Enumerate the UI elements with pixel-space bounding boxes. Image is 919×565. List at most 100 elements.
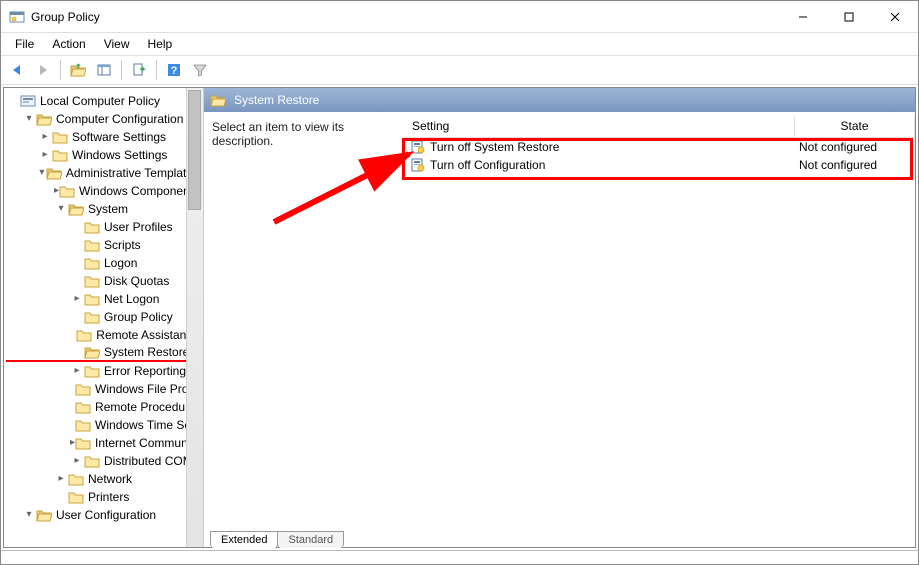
app-icon — [9, 9, 25, 25]
folder-icon — [59, 183, 75, 199]
description-prompt: Select an item to view its description. — [212, 120, 396, 148]
folder-icon — [36, 507, 52, 523]
root-icon — [20, 93, 36, 109]
detail-header: System Restore — [204, 88, 915, 112]
folder-icon — [52, 147, 68, 163]
folder-icon — [76, 327, 92, 343]
folder-icon — [210, 92, 226, 108]
folder-icon — [46, 165, 62, 181]
main-split: ▾Local Computer Policy ▾Computer Configu… — [3, 87, 916, 548]
setting-row[interactable]: Turn off System Restore Not configured — [404, 138, 915, 156]
folder-icon — [84, 255, 100, 271]
folder-icon — [84, 344, 100, 360]
setting-name: Turn off System Restore — [430, 140, 559, 154]
description-column: Select an item to view its description. — [204, 116, 404, 525]
tree-system-restore[interactable]: ▸System Restore — [6, 344, 203, 362]
tree-windows-components[interactable]: ▸Windows Components — [6, 182, 203, 200]
policy-tree[interactable]: ▾Local Computer Policy ▾Computer Configu… — [4, 88, 203, 528]
folder-icon — [52, 129, 68, 145]
tree-group-policy[interactable]: ▸Group Policy — [6, 308, 203, 326]
folder-icon — [68, 201, 84, 217]
tree-distributed-com[interactable]: ▸Distributed COM — [6, 452, 203, 470]
folder-icon — [75, 435, 91, 451]
tree-computer-configuration[interactable]: ▾Computer Configuration — [6, 110, 203, 128]
tree-windows-file-protection[interactable]: ▸Windows File Protection — [6, 380, 203, 398]
setting-state: Not configured — [795, 140, 915, 154]
column-setting[interactable]: Setting — [404, 116, 795, 137]
tree-internet-communication[interactable]: ▸Internet Communication Management — [6, 434, 203, 452]
title-bar: Group Policy — [1, 1, 918, 33]
tab-standard[interactable]: Standard — [277, 531, 344, 548]
tree-scrollbar[interactable] — [186, 88, 203, 547]
window-title: Group Policy — [31, 10, 780, 24]
minimize-button[interactable] — [780, 1, 826, 33]
menu-file[interactable]: File — [7, 35, 42, 53]
tree-remote-assistance[interactable]: ▸Remote Assistance — [6, 326, 203, 344]
app-window: Group Policy File Action View Help ? — [0, 0, 919, 565]
folder-icon — [75, 399, 91, 415]
tree-windows-time-service[interactable]: ▸Windows Time Service — [6, 416, 203, 434]
filter-button[interactable] — [188, 58, 212, 82]
status-bar — [1, 550, 918, 564]
settings-list: Setting State Turn off System Restore No… — [404, 116, 915, 525]
list-header: Setting State — [404, 116, 915, 138]
tree-root[interactable]: ▾Local Computer Policy — [6, 92, 203, 110]
menu-view[interactable]: View — [96, 35, 138, 53]
folder-icon — [68, 471, 84, 487]
folder-icon — [75, 381, 91, 397]
folder-icon — [84, 309, 100, 325]
tree-software-settings[interactable]: ▸Software Settings — [6, 128, 203, 146]
setting-row[interactable]: Turn off Configuration Not configured — [404, 156, 915, 174]
toolbar-separator — [156, 60, 157, 80]
folder-icon — [84, 219, 100, 235]
detail-tabs: Extended Standard — [204, 525, 915, 547]
tree-remote-procedure-call[interactable]: ▸Remote Procedure Call — [6, 398, 203, 416]
show-hide-tree-button[interactable] — [92, 58, 116, 82]
folder-icon — [84, 273, 100, 289]
tree-net-logon[interactable]: ▸Net Logon — [6, 290, 203, 308]
folder-icon — [75, 417, 91, 433]
tree-user-profiles[interactable]: ▸User Profiles — [6, 218, 203, 236]
tree-logon[interactable]: ▸Logon — [6, 254, 203, 272]
folder-icon — [68, 489, 84, 505]
tree-printers[interactable]: ▸Printers — [6, 488, 203, 506]
setting-name: Turn off Configuration — [430, 158, 545, 172]
menu-action[interactable]: Action — [44, 35, 93, 53]
close-button[interactable] — [872, 1, 918, 33]
tab-extended[interactable]: Extended — [210, 531, 278, 548]
folder-icon — [84, 291, 100, 307]
policy-icon — [410, 157, 426, 173]
folder-icon — [84, 453, 100, 469]
folder-icon — [84, 363, 100, 379]
tree-network[interactable]: ▸Network — [6, 470, 203, 488]
tree-scripts[interactable]: ▸Scripts — [6, 236, 203, 254]
maximize-button[interactable] — [826, 1, 872, 33]
detail-title: System Restore — [234, 93, 319, 107]
tree-windows-settings[interactable]: ▸Windows Settings — [6, 146, 203, 164]
tree-system[interactable]: ▾System — [6, 200, 203, 218]
svg-text:?: ? — [171, 65, 178, 77]
detail-pane: System Restore Select an item to view it… — [204, 88, 915, 547]
tree-administrative-templates[interactable]: ▾Administrative Templates — [6, 164, 203, 182]
toolbar-separator — [60, 60, 61, 80]
tree-user-configuration[interactable]: ▾User Configuration — [6, 506, 203, 524]
scrollbar-thumb[interactable] — [188, 90, 201, 210]
export-list-button[interactable] — [127, 58, 151, 82]
menu-help[interactable]: Help — [140, 35, 181, 53]
detail-body: Select an item to view its description. … — [204, 112, 915, 525]
toolbar: ? — [1, 55, 918, 85]
setting-state: Not configured — [795, 158, 915, 172]
tree-disk-quotas[interactable]: ▸Disk Quotas — [6, 272, 203, 290]
folder-icon — [36, 111, 52, 127]
help-button[interactable]: ? — [162, 58, 186, 82]
tree-pane: ▾Local Computer Policy ▾Computer Configu… — [4, 88, 204, 547]
policy-icon — [410, 139, 426, 155]
back-button[interactable] — [5, 58, 29, 82]
up-button[interactable] — [66, 58, 90, 82]
folder-icon — [84, 237, 100, 253]
forward-button[interactable] — [31, 58, 55, 82]
toolbar-separator — [121, 60, 122, 80]
tree-error-reporting[interactable]: ▸Error Reporting — [6, 362, 203, 380]
menu-bar: File Action View Help — [1, 33, 918, 55]
column-state[interactable]: State — [795, 116, 915, 137]
